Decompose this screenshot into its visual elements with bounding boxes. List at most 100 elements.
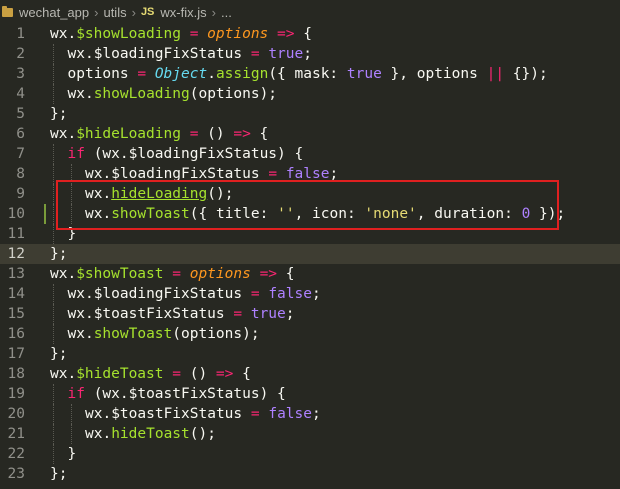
line-number: 16 — [7, 326, 25, 342]
code-token: , duration: — [416, 206, 522, 222]
code-line[interactable]: 20 wx.$toastFixStatus = false; — [0, 404, 620, 424]
code-line[interactable]: 13 wx.$showToast = options => { — [0, 264, 620, 284]
indent-guide — [53, 444, 54, 464]
code-token: false — [268, 406, 312, 422]
code-line[interactable]: 9 wx.hideLoading(); — [0, 184, 620, 204]
code-token: wx. — [85, 426, 112, 442]
code-token: showToast — [111, 206, 190, 222]
code-line[interactable]: 3 options = Object.assign({ mask: true },… — [0, 64, 620, 84]
code-text: wx.$hideToast = () => { — [50, 364, 251, 384]
line-number: 3 — [16, 66, 25, 82]
line-number: 5 — [16, 106, 25, 122]
indent-guide — [53, 204, 54, 224]
code-token: = — [137, 66, 147, 82]
code-token: hideToast — [111, 426, 190, 442]
code-line[interactable]: 7 if (wx.$loadingFixStatus) { — [0, 144, 620, 164]
code-token: true — [268, 46, 304, 62]
line-number: 7 — [16, 146, 25, 162]
indent-guide — [70, 184, 72, 204]
code-text: wx.showToast(options); — [68, 324, 260, 344]
code-text: wx.$showLoading = options => { — [50, 24, 312, 44]
line-number: 13 — [7, 266, 25, 282]
code-line[interactable]: 11} — [0, 224, 620, 244]
code-line[interactable]: 8 wx.$loadingFixStatus = false; — [0, 164, 620, 184]
code-token: 0 — [521, 206, 531, 222]
code-text: wx.$loadingFixStatus = false; — [85, 164, 338, 184]
breadcrumb-folder[interactable]: wechat_app — [19, 5, 89, 20]
code-token: () — [198, 126, 234, 142]
code-token: } — [67, 446, 77, 462]
code-text: wx.hideLoading(); — [85, 184, 233, 204]
breadcrumb-subfolder[interactable]: utils — [103, 5, 126, 20]
indent-guide — [53, 184, 54, 204]
code-token: wx. — [67, 326, 94, 342]
code-text: }; — [50, 104, 67, 124]
code-line[interactable]: 17}; — [0, 344, 620, 364]
code-token: = — [233, 306, 243, 322]
code-token: options — [207, 26, 269, 42]
chevron-right-icon: › — [94, 4, 99, 20]
breadcrumb: wechat_app › utils › JS wx-fix.js › ... — [0, 0, 620, 24]
folder-icon — [2, 6, 14, 18]
code-line[interactable]: 4 wx.showLoading(options); — [0, 84, 620, 104]
code-token: = — [250, 46, 260, 62]
line-number: 10 — [7, 206, 25, 222]
code-token: $hideToast — [76, 366, 164, 382]
code-token: false — [285, 166, 330, 182]
code-token: ; — [329, 166, 339, 182]
breadcrumb-more[interactable]: ... — [221, 5, 232, 20]
indent-guide — [53, 44, 54, 64]
code-text: wx.showToast({ title: '', icon: 'none', … — [85, 204, 565, 224]
code-token: wx.$loadingFixStatus — [85, 166, 260, 182]
code-line[interactable]: 5}; — [0, 104, 620, 124]
code-line[interactable]: 10 wx.showToast({ title: '', icon: 'none'… — [0, 204, 620, 224]
indent-guide — [70, 404, 72, 424]
line-number: 2 — [16, 46, 25, 62]
line-number: 14 — [7, 286, 25, 302]
indent-guide — [53, 324, 54, 344]
code-token: { — [277, 266, 295, 282]
code-token: options — [67, 66, 129, 82]
code-token: { — [294, 26, 312, 42]
code-line[interactable]: 12}; — [0, 244, 620, 264]
indent-guide — [70, 204, 72, 224]
code-token: . — [207, 66, 216, 82]
code-line[interactable]: 14 wx.$loadingFixStatus = false; — [0, 284, 620, 304]
code-line[interactable]: 2 wx.$loadingFixStatus = true; — [0, 44, 620, 64]
line-number: 19 — [7, 386, 25, 402]
code-text: }; — [50, 244, 67, 264]
code-text: if (wx.$toastFixStatus) { — [68, 384, 286, 404]
code-line[interactable]: 23}; — [0, 464, 620, 484]
code-line[interactable]: 15 wx.$toastFixStatus = true; — [0, 304, 620, 324]
modified-line-marker — [44, 204, 46, 224]
code-line[interactable]: 6 wx.$hideLoading = () => { — [0, 124, 620, 144]
code-token: $hideLoading — [76, 126, 181, 142]
code-line[interactable]: 16 wx.showToast(options); — [0, 324, 620, 344]
code-token: = — [172, 366, 181, 382]
code-token: options — [189, 266, 251, 282]
breadcrumb-file[interactable]: wx-fix.js — [160, 5, 206, 20]
code-line[interactable]: 1 wx.$showLoading = options => { — [0, 24, 620, 44]
code-token: true — [250, 306, 286, 322]
indent-guide — [53, 84, 54, 104]
line-number: 17 — [7, 346, 25, 362]
code-line[interactable]: 22} — [0, 444, 620, 464]
code-editor[interactable]: 1 wx.$showLoading = options => {2 wx.$load… — [0, 24, 620, 489]
code-token: Object — [154, 66, 208, 82]
code-token: (options); — [172, 326, 260, 342]
code-line[interactable]: 21 wx.hideToast(); — [0, 424, 620, 444]
code-line[interactable]: 18 wx.$hideToast = () => { — [0, 364, 620, 384]
line-number: 20 — [7, 406, 25, 422]
code-token: = — [172, 266, 181, 282]
code-line[interactable]: 19 if (wx.$toastFixStatus) { — [0, 384, 620, 404]
